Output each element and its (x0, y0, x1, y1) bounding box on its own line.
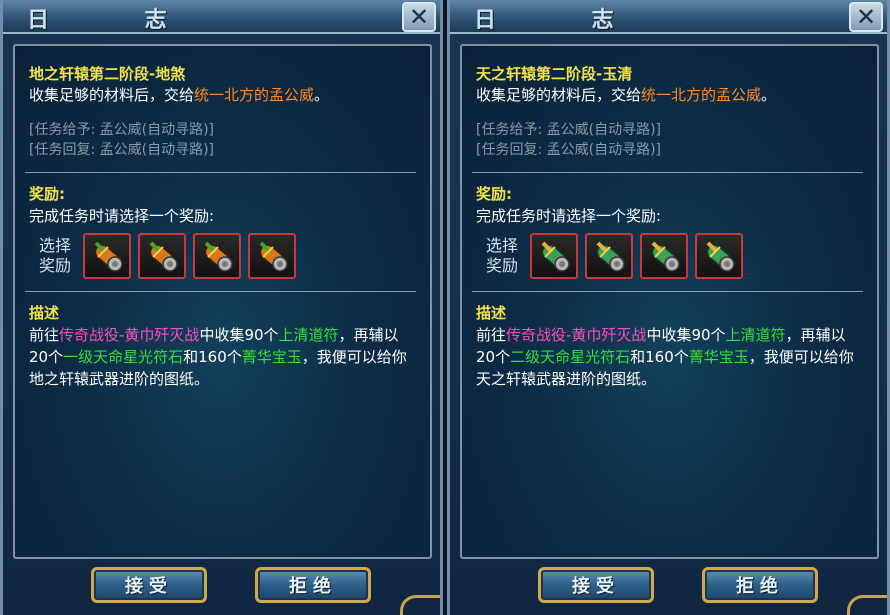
desc-text: 前往 (476, 326, 507, 344)
battle-link[interactable]: 传奇战役-黄巾歼灭战 (59, 326, 199, 344)
quest-instruction: 收集足够的材料后，交给统一北方的孟公威。 (476, 84, 863, 106)
choose-label-line2: 奖励 (38, 256, 71, 275)
quest-description: 前往传奇战役-黄巾歼灭战中收集90个上清道符，再辅以20个一级天命星光符石和16… (29, 324, 416, 390)
reward-row: 选择 奖励 (29, 233, 416, 279)
instruction-prefix: 收集足够的材料后，交给 (29, 86, 195, 104)
item-link[interactable]: 一级天命星光符石 (63, 348, 183, 366)
description-title: 描述 (476, 304, 507, 322)
title-bar[interactable]: 日 志 ✕ (450, 0, 887, 34)
divider (472, 172, 863, 173)
scroll-item-icon (94, 241, 123, 272)
item-link[interactable]: 上清道符 (279, 326, 339, 344)
instruction-suffix: 。 (761, 86, 777, 104)
close-button[interactable]: ✕ (402, 2, 436, 32)
reward-slot[interactable] (83, 233, 131, 279)
decorative-corner (847, 595, 887, 615)
instruction-prefix: 收集足够的材料后，交给 (476, 86, 642, 104)
divider (472, 291, 863, 292)
desc-text: 中收集90个 (199, 326, 279, 344)
quest-log-window-left: 日 志 ✕ 地之轩辕第二阶段-地煞 收集足够的材料后，交给统一北方的孟公威。 [… (0, 0, 443, 615)
reject-button[interactable]: 拒绝 (702, 567, 818, 603)
scroll-item-icon (651, 241, 680, 272)
reject-button[interactable]: 拒绝 (255, 567, 371, 603)
reward-slot[interactable] (530, 233, 578, 279)
item-link[interactable]: 二级天命星光符石 (510, 348, 630, 366)
desc-text: 前往 (29, 326, 60, 344)
reward-section-title: 奖励: (29, 185, 65, 203)
window-title: 日 志 (27, 7, 211, 33)
quest-description: 前往传奇战役-黄巾歼灭战中收集90个上清道符，再辅以20个二级天命星光符石和16… (476, 324, 863, 390)
desc-text: 和160个 (630, 348, 689, 366)
reward-slot[interactable] (248, 233, 296, 279)
desc-text: 和160个 (183, 348, 242, 366)
title-bar[interactable]: 日 志 ✕ (3, 0, 440, 34)
npc-link[interactable]: 统一北方的孟公威 (194, 86, 314, 104)
choose-reward-label: 选择 奖励 (29, 236, 81, 276)
reward-slot[interactable] (640, 233, 688, 279)
accept-button[interactable]: 接受 (91, 567, 207, 603)
divider (25, 172, 416, 173)
reward-hint: 完成任务时请选择一个奖励: (29, 207, 215, 225)
npc-link[interactable]: 统一北方的孟公威 (641, 86, 761, 104)
reward-row: 选择 奖励 (476, 233, 863, 279)
battle-link[interactable]: 传奇战役-黄巾歼灭战 (506, 326, 646, 344)
decorative-corner (400, 595, 440, 615)
quest-content: 天之轩辕第二阶段-玉清 收集足够的材料后，交给统一北方的孟公威。 [任务给予: … (460, 44, 879, 559)
item-link[interactable]: 菁华宝玉 (242, 348, 302, 366)
choose-label-line1: 选择 (485, 236, 518, 255)
reward-slot[interactable] (585, 233, 633, 279)
divider (25, 291, 416, 292)
quest-giver[interactable]: [任务给予: 孟公威(自动寻路)] (29, 120, 416, 140)
quest-instruction: 收集足够的材料后，交给统一北方的孟公威。 (29, 84, 416, 106)
quest-giver[interactable]: [任务给予: 孟公威(自动寻路)] (476, 120, 863, 140)
reward-slot[interactable] (193, 233, 241, 279)
reward-section-title: 奖励: (476, 185, 512, 203)
scroll-item-icon (149, 241, 178, 272)
instruction-suffix: 。 (314, 86, 330, 104)
scroll-item-icon (706, 241, 735, 272)
quest-returner[interactable]: [任务回复: 孟公威(自动寻路)] (29, 140, 416, 160)
reward-slot[interactable] (695, 233, 743, 279)
choose-reward-label: 选择 奖励 (476, 236, 528, 276)
window-title: 日 志 (474, 7, 658, 33)
quest-content: 地之轩辕第二阶段-地煞 收集足够的材料后，交给统一北方的孟公威。 [任务给予: … (13, 44, 432, 559)
description-title: 描述 (29, 304, 60, 322)
quest-title: 天之轩辕第二阶段-玉清 (476, 65, 633, 83)
desc-text: 中收集90个 (646, 326, 726, 344)
reward-slot[interactable] (138, 233, 186, 279)
scroll-item-icon (204, 241, 233, 272)
close-button[interactable]: ✕ (849, 2, 883, 32)
reward-hint: 完成任务时请选择一个奖励: (476, 207, 662, 225)
quest-returner[interactable]: [任务回复: 孟公威(自动寻路)] (476, 140, 863, 160)
close-icon: ✕ (408, 3, 430, 31)
item-link[interactable]: 上清道符 (726, 326, 786, 344)
quest-log-window-right: 日 志 ✕ 天之轩辕第二阶段-玉清 收集足够的材料后，交给统一北方的孟公威。 [… (447, 0, 890, 615)
close-icon: ✕ (855, 3, 877, 31)
scroll-item-icon (259, 241, 288, 272)
choose-label-line1: 选择 (38, 236, 71, 255)
accept-button[interactable]: 接受 (538, 567, 654, 603)
choose-label-line2: 奖励 (485, 256, 518, 275)
quest-title: 地之轩辕第二阶段-地煞 (29, 65, 186, 83)
scroll-item-icon (596, 241, 625, 272)
item-link[interactable]: 菁华宝玉 (689, 348, 749, 366)
scroll-item-icon (541, 241, 570, 272)
